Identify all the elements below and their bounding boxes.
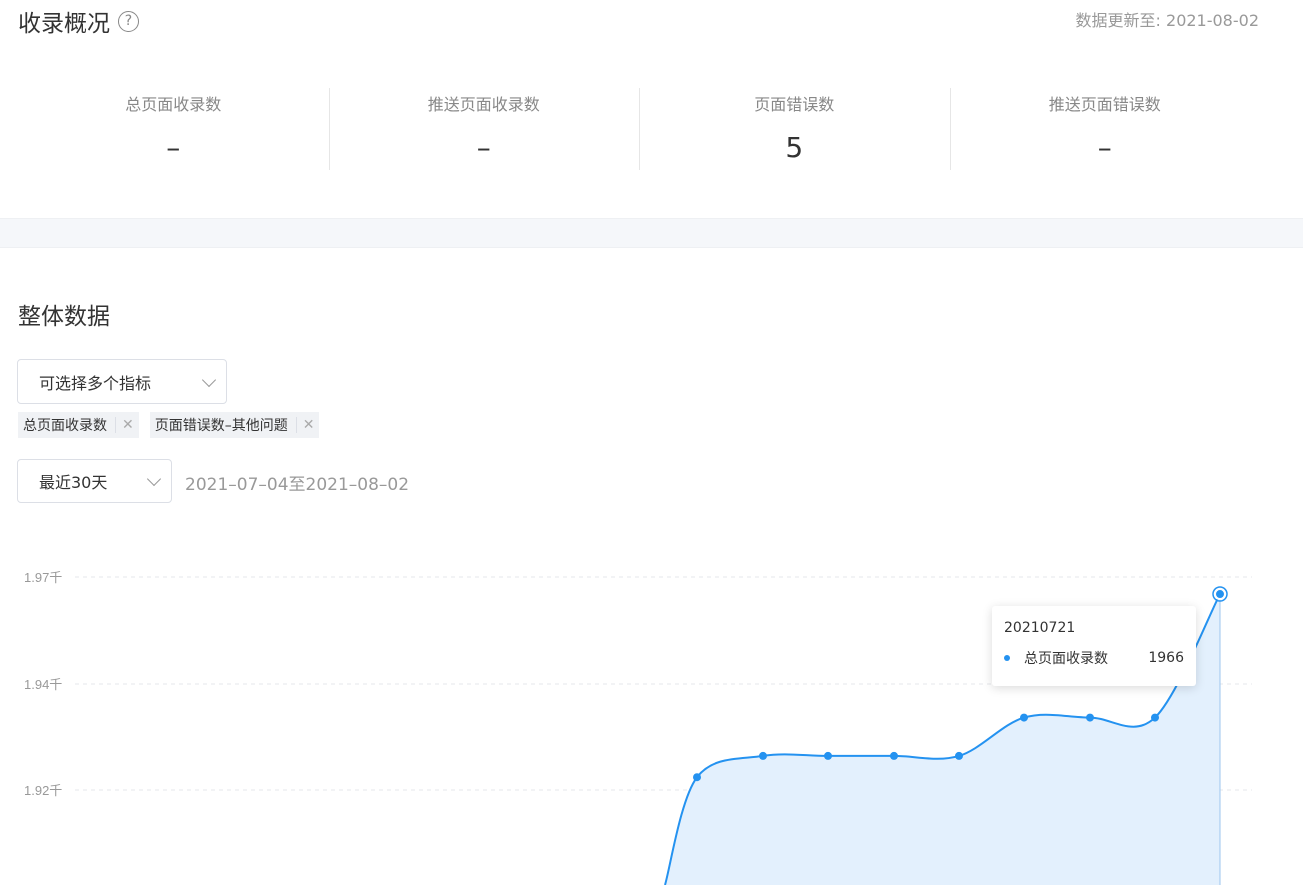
y-tick-label: 1.97千 <box>24 570 62 585</box>
data-point[interactable] <box>1151 713 1159 722</box>
metric-select-placeholder: 可选择多个指标 <box>39 373 152 393</box>
data-point[interactable] <box>955 751 963 760</box>
chart-tooltip: 20210721 总页面收录数 1966 <box>992 606 1196 686</box>
data-point[interactable] <box>1086 713 1094 722</box>
stats-row: 总页面收录数 – 推送页面收录数 – 页面错误数 5 推送页面错误数 – <box>18 88 1260 170</box>
indexed-trend-chart[interactable]: 1.97千 1.94千 1.92千 <box>0 540 1303 885</box>
metric-select[interactable]: 可选择多个指标 <box>17 359 227 404</box>
metric-tag: 页面错误数–其他问题 ✕ <box>149 412 320 438</box>
data-point[interactable] <box>824 751 832 760</box>
metric-tag: 总页面收录数 ✕ <box>18 412 139 438</box>
stat-total-indexed: 总页面收录数 – <box>18 88 329 170</box>
section-divider <box>0 218 1303 248</box>
tooltip-row: 总页面收录数 1966 <box>1004 648 1184 668</box>
stat-pushed-indexed: 推送页面收录数 – <box>328 88 640 170</box>
chevron-down-icon <box>146 471 162 487</box>
date-range-select[interactable]: 最近30天 <box>17 459 172 503</box>
y-tick-label: 1.94千 <box>24 677 62 692</box>
overview-title-text: 收录概况 <box>18 11 110 37</box>
stat-label: 推送页面错误数 <box>1048 95 1161 114</box>
help-icon[interactable]: ? <box>118 10 139 32</box>
date-range-select-value: 最近30天 <box>39 473 108 492</box>
stat-label: 推送页面收录数 <box>427 95 540 114</box>
chevron-down-icon <box>201 372 217 387</box>
overview-title: 收录概况 ? <box>18 4 139 38</box>
overall-data-title: 整体数据 <box>18 304 110 330</box>
stat-label: 总页面收录数 <box>125 95 222 114</box>
stat-label: 页面错误数 <box>754 95 835 114</box>
tooltip-date: 20210721 <box>1004 620 1076 636</box>
metric-tag-label: 页面错误数–其他问题 <box>154 418 288 434</box>
data-point[interactable] <box>1214 588 1226 601</box>
overview-panel: 收录概况 ? 数据更新至: 2021-08-02 总页面收录数 – 推送页面收录… <box>0 0 1303 218</box>
selected-metric-tags: 总页面收录数 ✕ 页面错误数–其他问题 ✕ <box>18 412 320 438</box>
date-range-text: 2021–07–04至2021–08–02 <box>185 475 410 495</box>
y-tick-label: 1.92千 <box>24 783 62 798</box>
stat-page-errors: 页面错误数 5 <box>639 88 950 170</box>
metric-tag-label: 总页面收录数 <box>23 418 107 434</box>
close-icon[interactable]: ✕ <box>115 417 134 433</box>
data-point[interactable] <box>693 773 701 782</box>
tooltip-series-name: 总页面收录数 <box>1024 651 1108 667</box>
tooltip-value: 1966 <box>1148 650 1184 666</box>
data-point[interactable] <box>890 751 898 760</box>
stat-value: – <box>166 131 181 164</box>
stat-value: – <box>1097 131 1112 164</box>
close-icon[interactable]: ✕ <box>295 417 314 433</box>
data-point[interactable] <box>1020 713 1028 722</box>
stat-value: – <box>476 131 491 164</box>
stat-pushed-errors: 推送页面错误数 – <box>949 88 1261 170</box>
data-point[interactable] <box>759 751 767 760</box>
data-updated-text: 数据更新至: 2021-08-02 <box>1075 11 1259 30</box>
series-dot-icon <box>1004 655 1010 661</box>
stat-value: 5 <box>785 131 804 164</box>
